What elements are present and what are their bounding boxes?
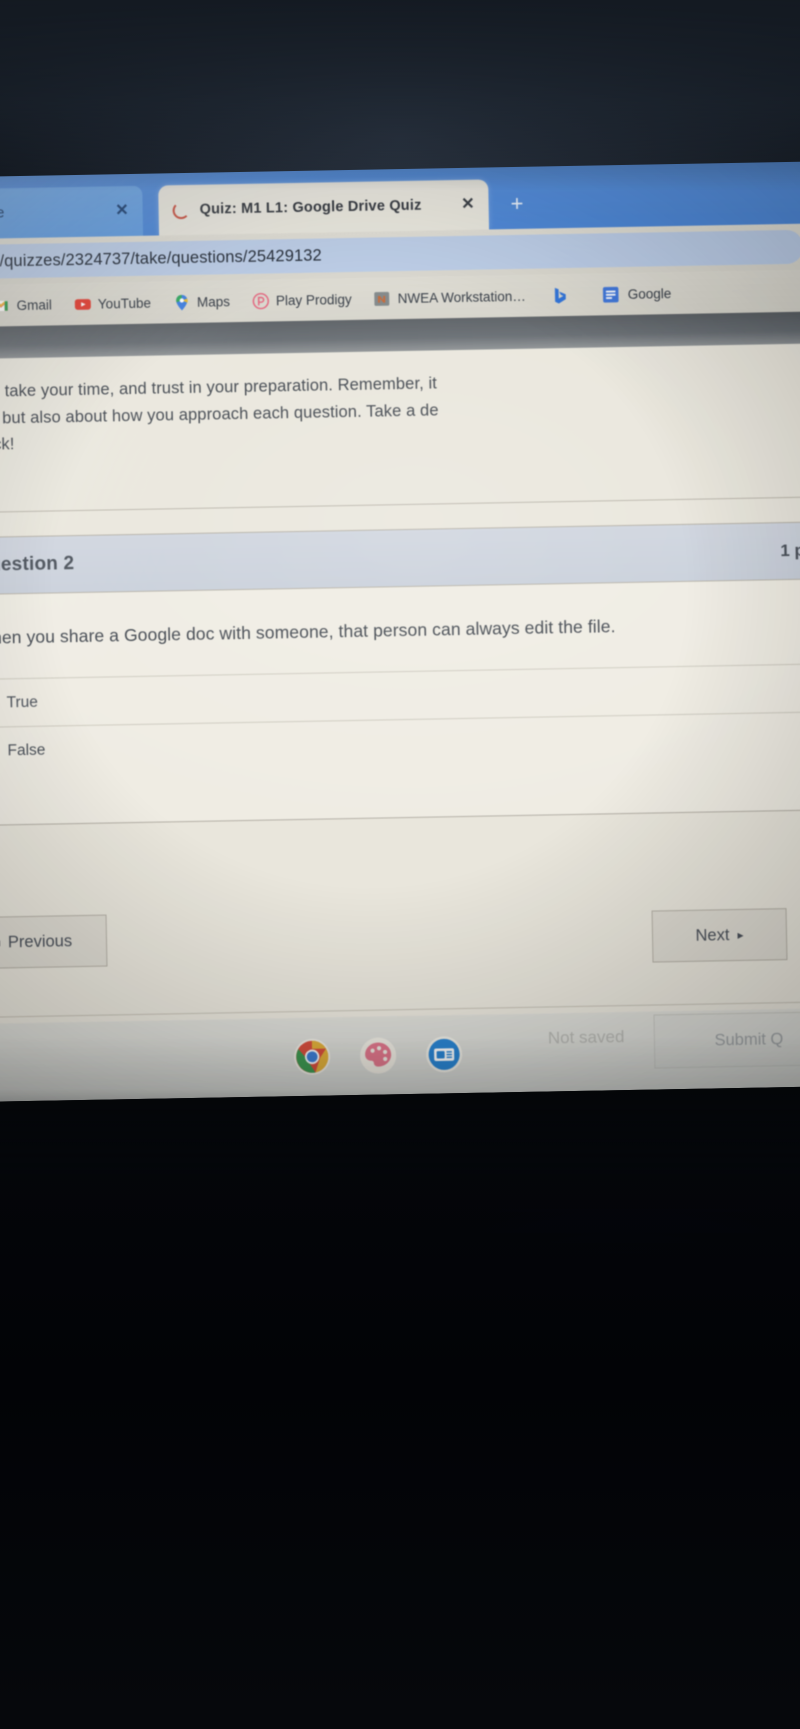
answer-label: False xyxy=(7,741,46,760)
question-title: Question 2 xyxy=(0,553,75,576)
bookmark-nwea-workstation[interactable]: NWEA Workstation… xyxy=(362,275,537,320)
bookmark-maps[interactable]: Maps xyxy=(162,280,242,323)
browser-tab-drive[interactable]: e Drive - Google Drive ✕ xyxy=(0,185,144,242)
tab-title: e Drive - Google Drive xyxy=(0,205,5,224)
answer-list: True False xyxy=(0,663,800,776)
close-icon[interactable]: ✕ xyxy=(115,202,129,219)
bookmark-bing[interactable] xyxy=(536,274,591,317)
previous-button-label: Previous xyxy=(7,931,73,951)
loading-spinner-icon xyxy=(172,201,190,219)
bookmark-youtube[interactable]: YouTube xyxy=(63,281,163,325)
close-icon[interactable]: ✕ xyxy=(461,196,475,213)
question-card: Question 2 1 pts When you share a Google… xyxy=(0,520,800,827)
bookmark-google-docs[interactable]: Google xyxy=(590,272,682,316)
prodigy-icon xyxy=(252,292,269,309)
photo-backdrop: e Drive - Google Drive ✕ Quiz: M1 L1: Go… xyxy=(0,0,800,1729)
bookmark-label: Maps xyxy=(196,293,231,310)
question-text: When you share a Google doc with someone… xyxy=(0,616,616,648)
google-docs-icon xyxy=(603,286,620,303)
bookmark-label: NWEA Workstation… xyxy=(397,288,526,306)
bookmark-play-prodigy[interactable]: Play Prodigy xyxy=(241,278,364,322)
maps-pin-icon xyxy=(175,294,188,310)
youtube-icon xyxy=(74,298,91,310)
presentation-app-icon[interactable] xyxy=(425,1035,464,1074)
chromeos-shelf xyxy=(0,1008,800,1103)
previous-question-button[interactable]: ◂ Previous xyxy=(0,914,108,970)
new-tab-button[interactable]: + xyxy=(510,191,523,216)
bookmark-gmail[interactable]: Gmail xyxy=(0,283,63,326)
next-button-label: Next xyxy=(695,925,730,945)
bookmark-label: Play Prodigy xyxy=(275,291,352,308)
answer-label: True xyxy=(6,693,39,712)
room-glow xyxy=(0,1209,800,1729)
paint-palette-icon[interactable] xyxy=(359,1036,398,1075)
chrome-icon[interactable] xyxy=(293,1037,332,1076)
bookmark-label: Google xyxy=(627,285,672,302)
bookmark-label: Gmail xyxy=(16,296,53,313)
tab-title: Quiz: M1 L1: Google Drive Quiz xyxy=(199,197,422,218)
bookmark-label: YouTube xyxy=(97,295,152,312)
monitor-screen: e Drive - Google Drive ✕ Quiz: M1 L1: Go… xyxy=(0,161,800,1103)
question-body: When you share a Google doc with someone… xyxy=(0,579,800,826)
bing-icon xyxy=(555,287,567,303)
question-points: 1 pts xyxy=(780,540,800,561)
divider xyxy=(0,496,800,515)
quiz-intro-text: mplete the quiz. Stay focused, take your… xyxy=(0,363,800,462)
next-question-button[interactable]: Next ▸ xyxy=(651,908,788,963)
browser-tab-quiz[interactable]: Quiz: M1 L1: Google Drive Quiz ✕ xyxy=(158,179,490,236)
quiz-page: mplete the quiz. Stay focused, take your… xyxy=(0,311,800,1103)
url-text: es/538391/quizzes/2324737/take/questions… xyxy=(0,246,322,272)
nwea-icon xyxy=(374,291,390,306)
right-arrow-icon: ▸ xyxy=(737,927,744,942)
gmail-icon xyxy=(0,299,9,312)
